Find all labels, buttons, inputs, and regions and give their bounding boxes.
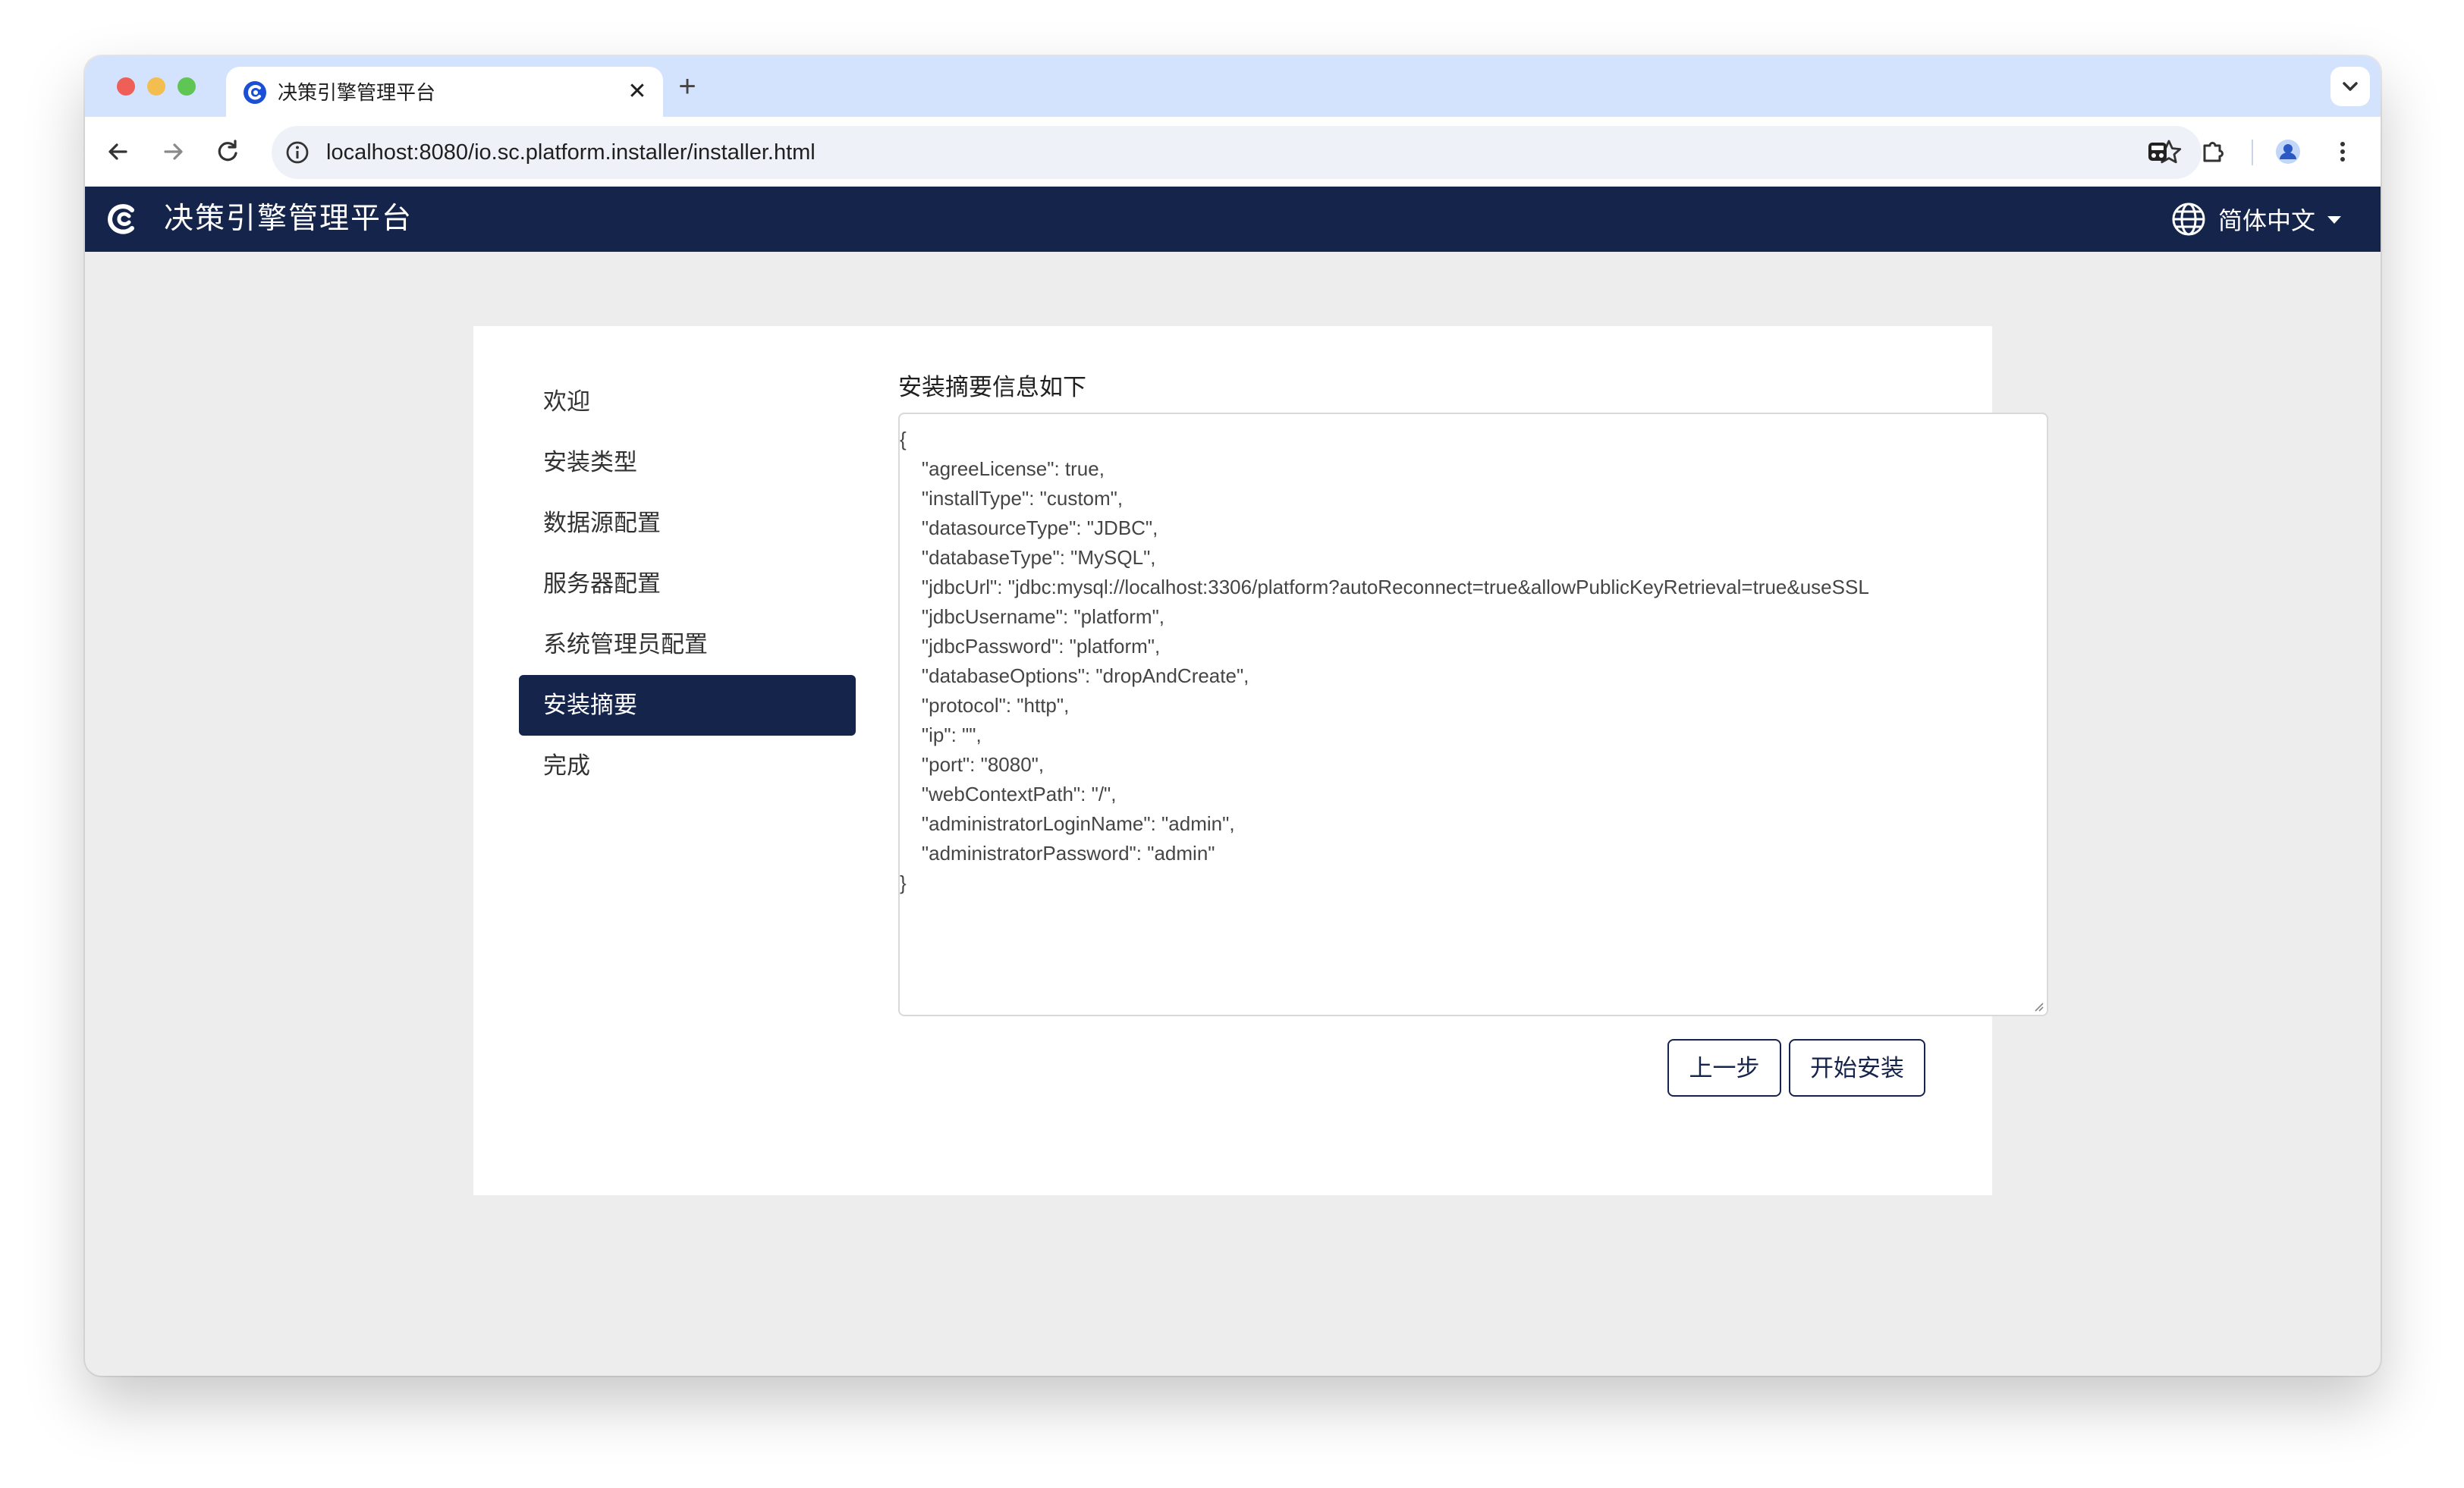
extension-app-icon[interactable] bbox=[2139, 133, 2176, 170]
app-logo-icon bbox=[244, 81, 266, 104]
steps-nav: 欢迎 安装类型 数据源配置 服务器配置 系统管理员配置 安装摘要 完成 bbox=[519, 372, 856, 796]
summary-textarea[interactable]: { "agreeLicense": true, "installType": "… bbox=[898, 413, 2048, 1016]
summary-content[interactable]: { "agreeLicense": true, "installType": "… bbox=[900, 414, 2047, 898]
step-admin-config[interactable]: 系统管理员配置 bbox=[519, 614, 856, 675]
step-datasource-config[interactable]: 数据源配置 bbox=[519, 493, 856, 554]
language-label: 简体中文 bbox=[2217, 207, 2315, 234]
resize-handle-icon[interactable] bbox=[2032, 1000, 2044, 1012]
close-icon[interactable]: ✕ bbox=[625, 80, 649, 104]
caret-down-icon bbox=[2327, 216, 2341, 224]
start-install-button[interactable]: 开始安装 bbox=[1789, 1039, 1925, 1097]
step-install-type[interactable]: 安装类型 bbox=[519, 432, 856, 493]
reload-icon bbox=[218, 140, 237, 162]
step-finish[interactable]: 完成 bbox=[519, 736, 856, 796]
forward-button[interactable] bbox=[155, 133, 191, 170]
step-server-config[interactable]: 服务器配置 bbox=[519, 554, 856, 614]
window-close-button[interactable] bbox=[117, 77, 135, 96]
globe-icon bbox=[2172, 202, 2205, 236]
previous-step-button[interactable]: 上一步 bbox=[1667, 1039, 1781, 1097]
browser-window: 决策引擎管理平台 ✕ + localhost:8080/io.sc.platfo… bbox=[85, 56, 2381, 1376]
address-bar[interactable]: localhost:8080/io.sc.platform.installer/… bbox=[272, 126, 2202, 179]
window-maximize-button[interactable] bbox=[178, 77, 196, 96]
app-header: 决策引擎管理平台 简体中文 bbox=[85, 187, 2381, 252]
reload-button[interactable] bbox=[209, 133, 246, 170]
info-icon[interactable] bbox=[284, 139, 311, 166]
toolbar-divider bbox=[2252, 140, 2253, 165]
arrow-right-icon bbox=[164, 143, 183, 160]
arrow-left-icon bbox=[108, 143, 127, 160]
profile-icon[interactable] bbox=[2270, 133, 2306, 170]
extensions-puzzle-icon[interactable] bbox=[2194, 133, 2230, 170]
step-welcome[interactable]: 欢迎 bbox=[519, 372, 856, 432]
tab-search-button[interactable] bbox=[2330, 67, 2370, 106]
chevron-down-icon bbox=[2343, 82, 2358, 91]
back-button[interactable] bbox=[100, 133, 137, 170]
step-install-summary[interactable]: 安装摘要 bbox=[519, 675, 856, 736]
plus-icon[interactable]: + bbox=[672, 71, 702, 102]
app-logo-icon[interactable] bbox=[103, 199, 143, 239]
app-title: 决策引擎管理平台 bbox=[164, 202, 413, 235]
installer-card: 欢迎 安装类型 数据源配置 服务器配置 系统管理员配置 安装摘要 完成 安装摘要… bbox=[473, 326, 2048, 1195]
summary-label: 安装摘要信息如下 bbox=[898, 374, 1086, 400]
tab-title: 决策引擎管理平台 bbox=[278, 81, 436, 104]
window-minimize-button[interactable] bbox=[147, 77, 165, 96]
kebab-menu-icon[interactable] bbox=[2324, 133, 2361, 170]
browser-tab[interactable]: 决策引擎管理平台 ✕ bbox=[226, 67, 663, 117]
browser-toolbar: localhost:8080/io.sc.platform.installer/… bbox=[85, 117, 2381, 187]
tab-strip: 决策引擎管理平台 ✕ + bbox=[85, 56, 2381, 117]
url-text[interactable]: localhost:8080/io.sc.platform.installer/… bbox=[326, 126, 816, 179]
language-selector[interactable]: 简体中文 bbox=[2170, 187, 2341, 252]
